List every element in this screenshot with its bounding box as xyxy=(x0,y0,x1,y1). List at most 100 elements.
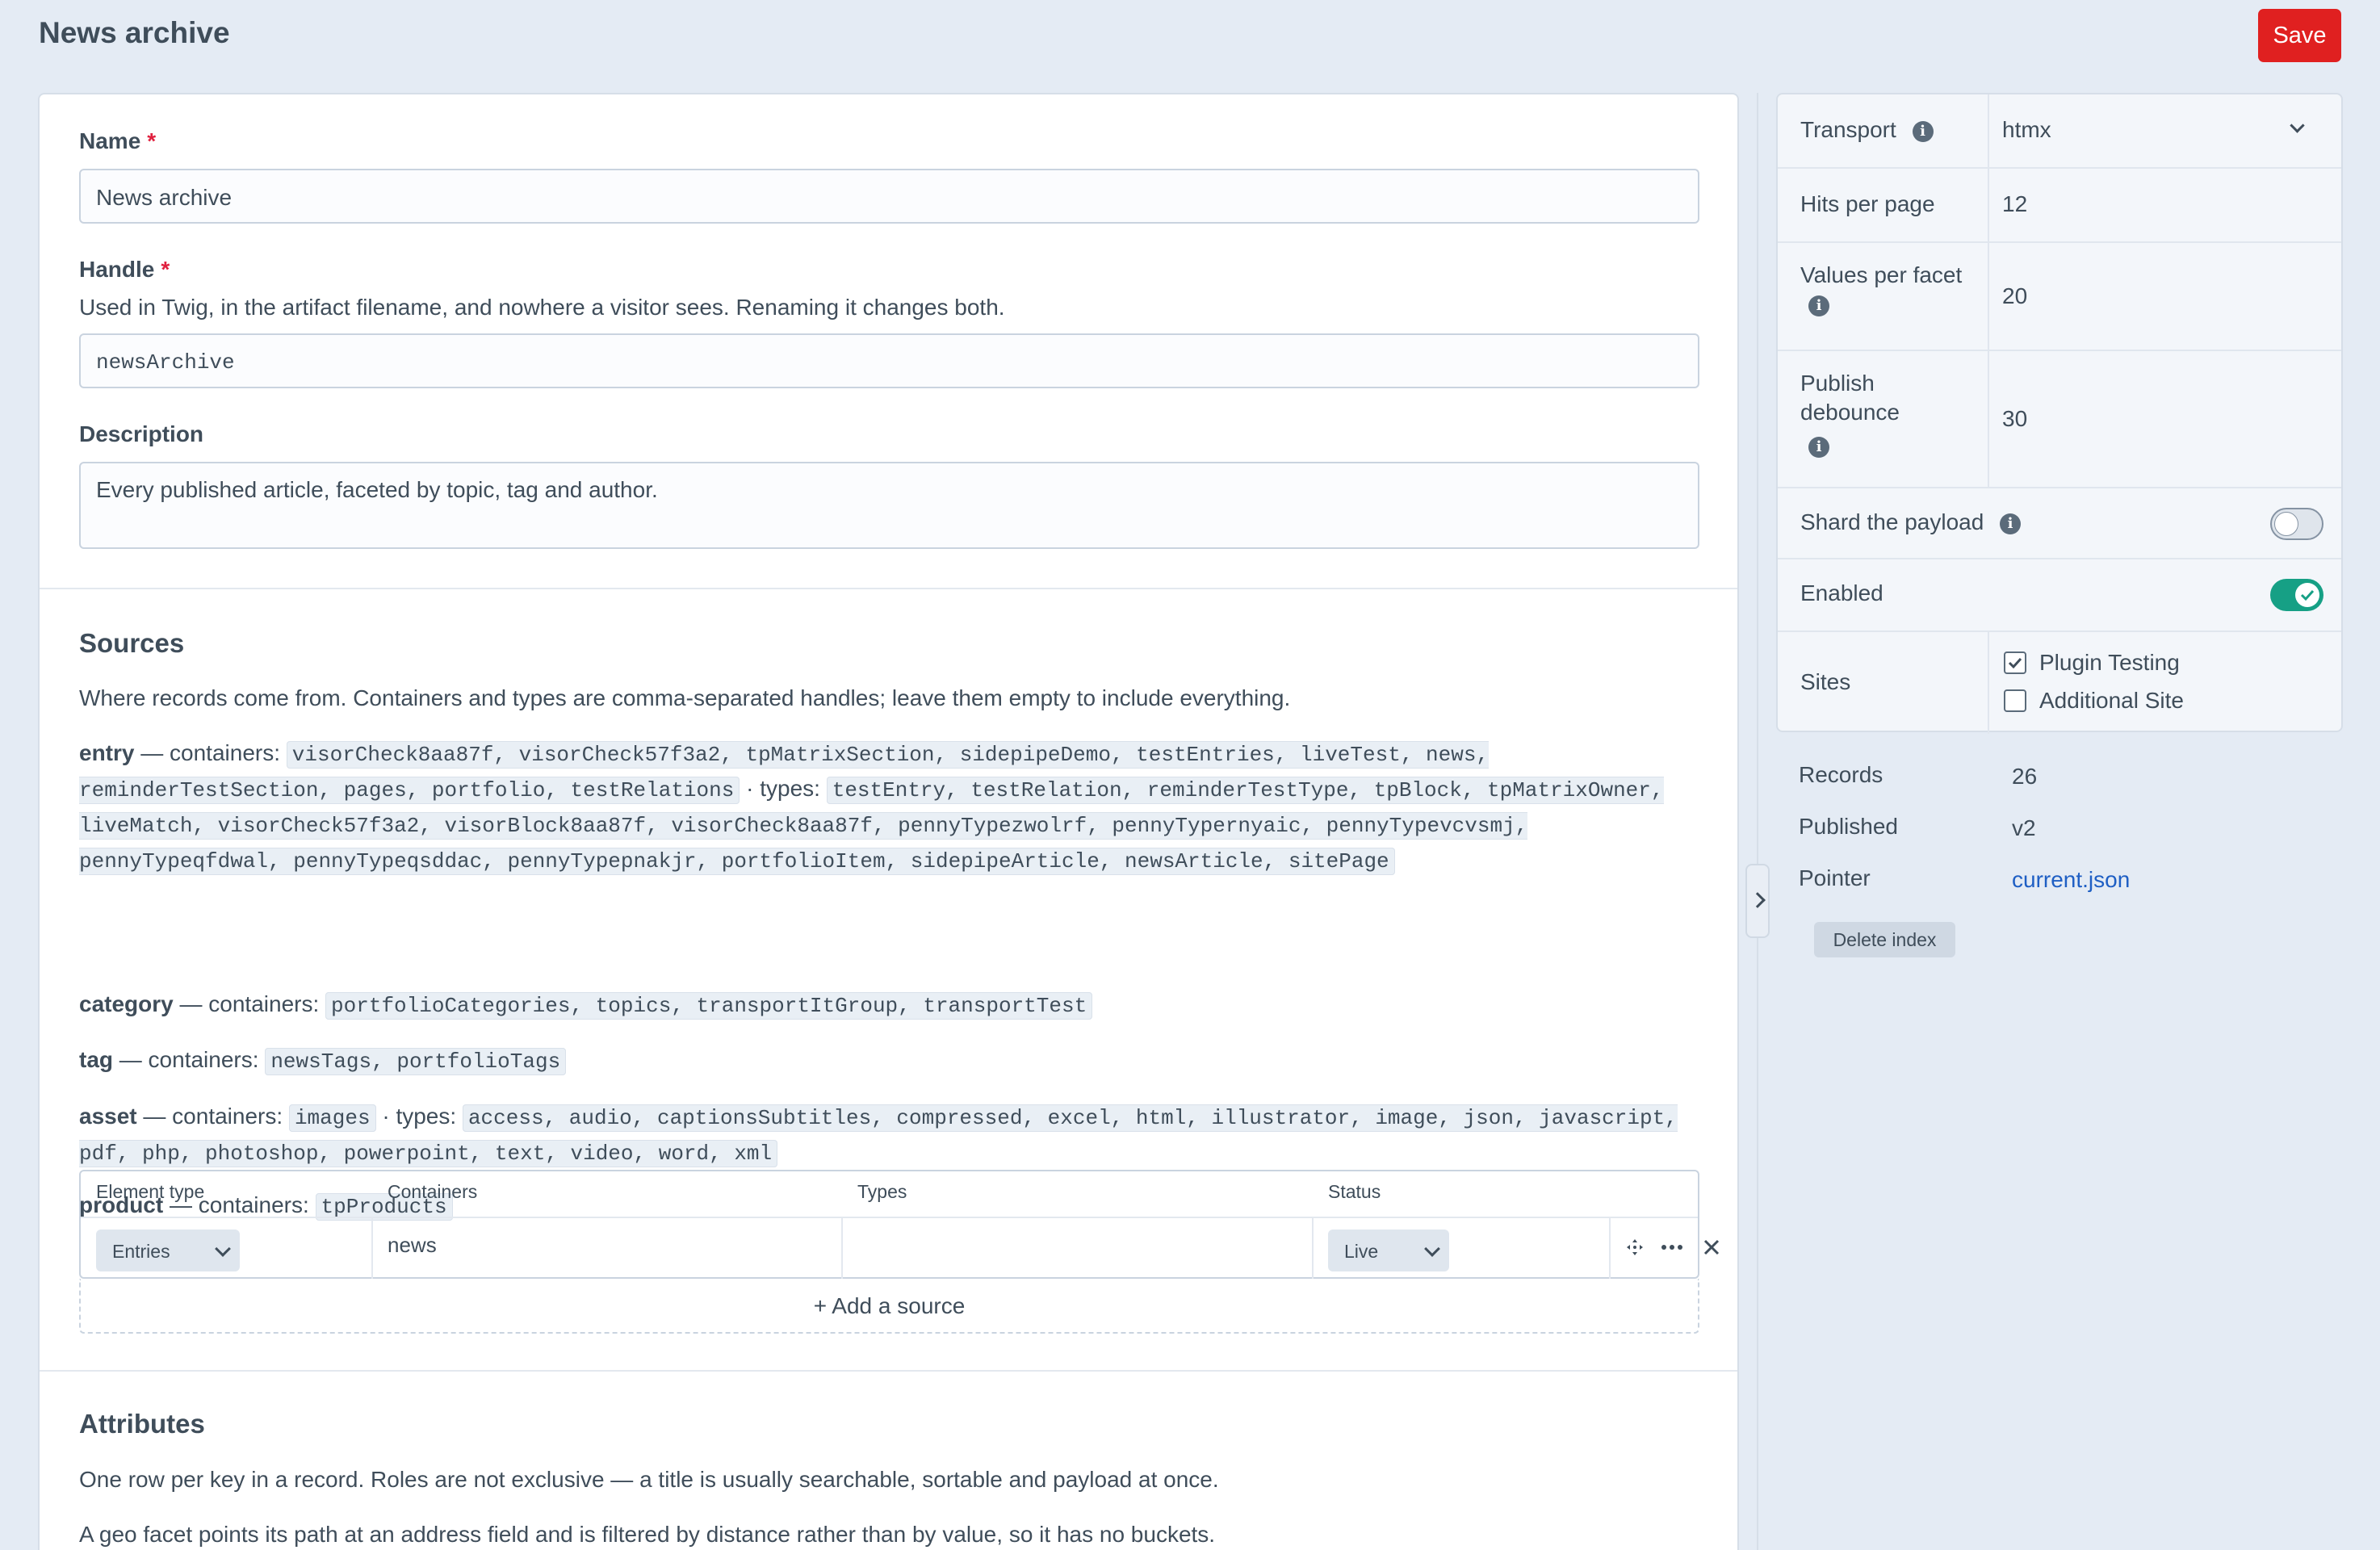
values-per-facet-row: Values per facet i 20 xyxy=(1778,243,2341,351)
sites-label: Sites xyxy=(1800,669,1851,694)
shard-label: Shard the payload i xyxy=(1800,509,2022,535)
column-header-element-type: Element type xyxy=(96,1181,205,1202)
source-name: tag xyxy=(79,1047,113,1072)
site-label-additional-site: Additional Site xyxy=(2039,688,2185,713)
transport-select[interactable]: htmx xyxy=(2002,117,2325,143)
info-icon[interactable]: i xyxy=(2000,513,2022,534)
check-icon xyxy=(2008,657,2022,669)
column-divider xyxy=(1988,351,1989,487)
hits-per-page-label: Hits per page xyxy=(1800,191,1935,216)
sidebar-divider xyxy=(1757,93,1758,1550)
main-form-card: Name * News archive Handle * Used in Twig,… xyxy=(38,93,1739,1550)
sources-intro: Where records come from. Containers and … xyxy=(79,685,1291,710)
name-field[interactable]: News archive xyxy=(79,169,1699,224)
collapse-sidebar-button[interactable] xyxy=(1745,864,1770,938)
page-title: News archive xyxy=(39,16,230,49)
toggle-knob xyxy=(2274,512,2298,536)
info-icon[interactable]: i xyxy=(1808,436,1829,458)
plus-icon: + xyxy=(813,1293,832,1318)
delete-row-icon[interactable] xyxy=(1701,1237,1722,1258)
name-label: Name * xyxy=(79,128,156,154)
handle-field[interactable]: newsArchive xyxy=(79,333,1699,388)
pointer-link[interactable]: current.json xyxy=(2012,867,2130,893)
attributes-heading: Attributes xyxy=(79,1409,205,1439)
values-per-facet-input[interactable]: 20 xyxy=(2002,283,2027,309)
transport-value: htmx xyxy=(2002,117,2051,142)
source-asset: asset — containers: images · types: acce… xyxy=(79,1100,1710,1171)
chevron-down-icon xyxy=(1424,1241,1440,1257)
types-text: · types: xyxy=(746,776,820,801)
containers-text: — containers: xyxy=(119,1047,259,1072)
move-icon[interactable] xyxy=(1624,1237,1645,1258)
enabled-toggle[interactable] xyxy=(2270,579,2323,611)
column-divider xyxy=(1312,1218,1314,1279)
publish-debounce-label-text: Publish debounce xyxy=(1800,371,1900,425)
types-cell-input[interactable] xyxy=(857,1233,1309,1265)
transport-row: Transport i htmx xyxy=(1778,94,2341,169)
containers-code: portfolioCategories, topics, transportIt… xyxy=(325,992,1093,1020)
attributes-intro: One row per key in a record. Roles are n… xyxy=(79,1467,1219,1492)
publish-debounce-row: Publish debounce i 30 xyxy=(1778,351,2341,488)
toggle-knob xyxy=(2295,583,2319,607)
enabled-label: Enabled xyxy=(1800,580,1883,605)
handle-label: Handle * xyxy=(79,257,170,283)
published-value: v2 xyxy=(2012,815,2036,840)
info-icon[interactable]: i xyxy=(1912,120,1934,142)
delete-index-button[interactable]: Delete index xyxy=(1814,922,1955,957)
column-divider xyxy=(1988,94,1989,167)
shard-label-text: Shard the payload xyxy=(1800,509,1984,534)
column-header-types: Types xyxy=(857,1181,907,1202)
site-checkbox-additional-site[interactable] xyxy=(2004,689,2026,712)
chevron-down-icon xyxy=(2290,118,2305,133)
element-type-select[interactable]: Entries xyxy=(96,1230,240,1271)
containers-code: newsTags, portfolioTags xyxy=(265,1048,567,1075)
source-category: category — containers: portfolioCategori… xyxy=(79,987,1710,1023)
table-row: Entries news Live xyxy=(81,1217,1720,1279)
shard-row: Shard the payload i xyxy=(1778,488,2341,559)
save-button[interactable]: Save xyxy=(2258,9,2341,62)
containers-cell-input[interactable]: news xyxy=(388,1233,437,1258)
column-header-status: Status xyxy=(1328,1181,1381,1202)
source-entry: entry — containers: visorCheck8aa87f, vi… xyxy=(79,736,1710,878)
column-header-containers: Containers xyxy=(388,1181,478,1202)
column-divider xyxy=(1609,1218,1611,1279)
transport-label: Transport i xyxy=(1800,117,1934,143)
status-select[interactable]: Live xyxy=(1328,1230,1449,1271)
records-label: Records xyxy=(1799,762,1883,787)
add-source-button[interactable]: + Add a source xyxy=(79,1279,1699,1334)
hits-per-page-row: Hits per page 12 xyxy=(1778,169,2341,243)
attributes-geo-note: A geo facet points its path at an addres… xyxy=(79,1522,1216,1547)
site-label-plugin-testing: Plugin Testing xyxy=(2039,650,2180,675)
source-name: asset xyxy=(79,1104,137,1129)
site-checkbox-plugin-testing[interactable] xyxy=(2004,651,2026,674)
required-mark: * xyxy=(147,128,157,153)
more-options-icon[interactable] xyxy=(1660,1237,1684,1258)
info-icon[interactable]: i xyxy=(1808,295,1829,316)
publish-debounce-input[interactable]: 30 xyxy=(2002,406,2027,432)
hits-per-page-input[interactable]: 12 xyxy=(2002,191,2027,217)
values-per-facet-label-text: Values per facet xyxy=(1800,262,1963,287)
add-source-label: Add a source xyxy=(832,1293,966,1318)
source-tag: tag — containers: newsTags, portfolioTag… xyxy=(79,1043,1710,1079)
shard-toggle[interactable] xyxy=(2270,508,2323,540)
transport-label-text: Transport xyxy=(1800,117,1896,142)
publish-debounce-label: Publish debounce i xyxy=(1800,369,1946,458)
description-field[interactable]: Every published article, faceted by topi… xyxy=(79,462,1699,549)
sites-row: Sites Plugin Testing Additional Site xyxy=(1778,632,2341,734)
values-per-facet-label: Values per facet i xyxy=(1800,261,1978,319)
status-value: Live xyxy=(1344,1241,1379,1262)
sources-heading: Sources xyxy=(79,628,185,658)
column-divider xyxy=(841,1218,843,1279)
sources-table: Element type Containers Types Status Ent… xyxy=(79,1170,1720,1279)
published-label: Published xyxy=(1799,814,1898,839)
source-name: category xyxy=(79,991,174,1016)
column-divider xyxy=(1988,243,1989,350)
chevron-down-icon xyxy=(215,1241,231,1257)
handle-help-text: Used in Twig, in the artifact filename, … xyxy=(79,295,1005,320)
required-mark: * xyxy=(161,257,170,282)
containers-text: — containers: xyxy=(179,991,320,1016)
chevron-right-icon xyxy=(1749,892,1766,908)
containers-text: — containers: xyxy=(140,740,280,765)
enabled-row: Enabled xyxy=(1778,559,2341,632)
types-text: · types: xyxy=(382,1104,457,1129)
